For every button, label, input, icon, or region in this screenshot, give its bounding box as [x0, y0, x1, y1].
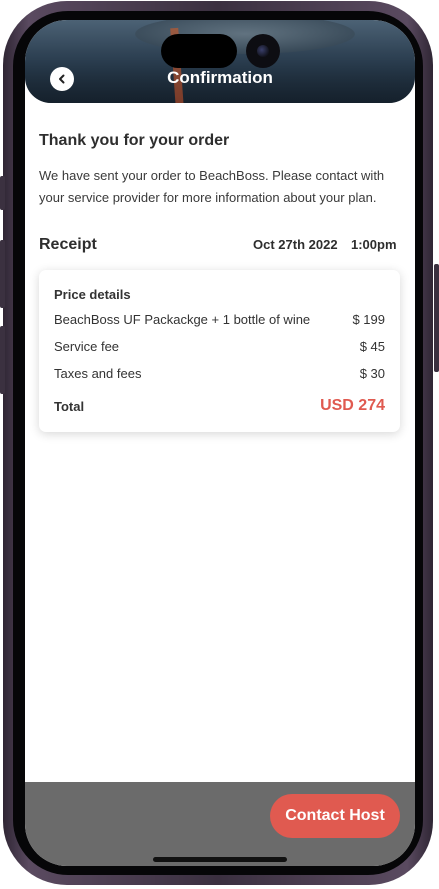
action-side-button [0, 176, 5, 210]
total-value: USD 274 [320, 397, 385, 414]
thank-you-heading: Thank you for your order [39, 132, 230, 149]
volume-up-button [0, 240, 5, 308]
price-row-amount: $ 199 [352, 312, 385, 327]
volume-down-button [0, 326, 5, 394]
receipt-time: 1:00pm [351, 237, 397, 252]
price-details-card: Price details BeachBoss UF Packackge + 1… [39, 270, 400, 432]
contact-host-button[interactable]: Contact Host [270, 794, 400, 838]
price-row-label: Taxes and fees [54, 366, 142, 381]
price-row-amount: $ 45 [359, 339, 385, 354]
camera-icon [246, 34, 280, 68]
price-row-label: Service fee [54, 339, 120, 354]
price-details-title: Price details [54, 287, 131, 302]
price-row-amount: $ 30 [359, 366, 385, 381]
price-row: Service fee $ 45 [54, 339, 385, 357]
price-row: Taxes and fees $ 30 [54, 366, 385, 384]
receipt-date: Oct 27th 2022 [253, 237, 338, 252]
price-row: BeachBoss UF Packackge + 1 bottle of win… [54, 312, 385, 330]
confirmation-message: We have sent your order to BeachBoss. Pl… [39, 168, 385, 205]
home-indicator [153, 857, 287, 862]
total-label: Total [54, 398, 85, 414]
app-screen: Confirmation Thank you for your order We… [25, 20, 415, 866]
camera-lens [257, 45, 269, 57]
power-side-button [434, 264, 439, 372]
page-title: Confirmation [167, 68, 273, 87]
dynamic-island [161, 34, 237, 68]
receipt-label: Receipt [39, 236, 97, 253]
price-row-label: BeachBoss UF Packackge + 1 bottle of win… [54, 312, 311, 327]
total-row: Total USD 274 [54, 395, 385, 417]
